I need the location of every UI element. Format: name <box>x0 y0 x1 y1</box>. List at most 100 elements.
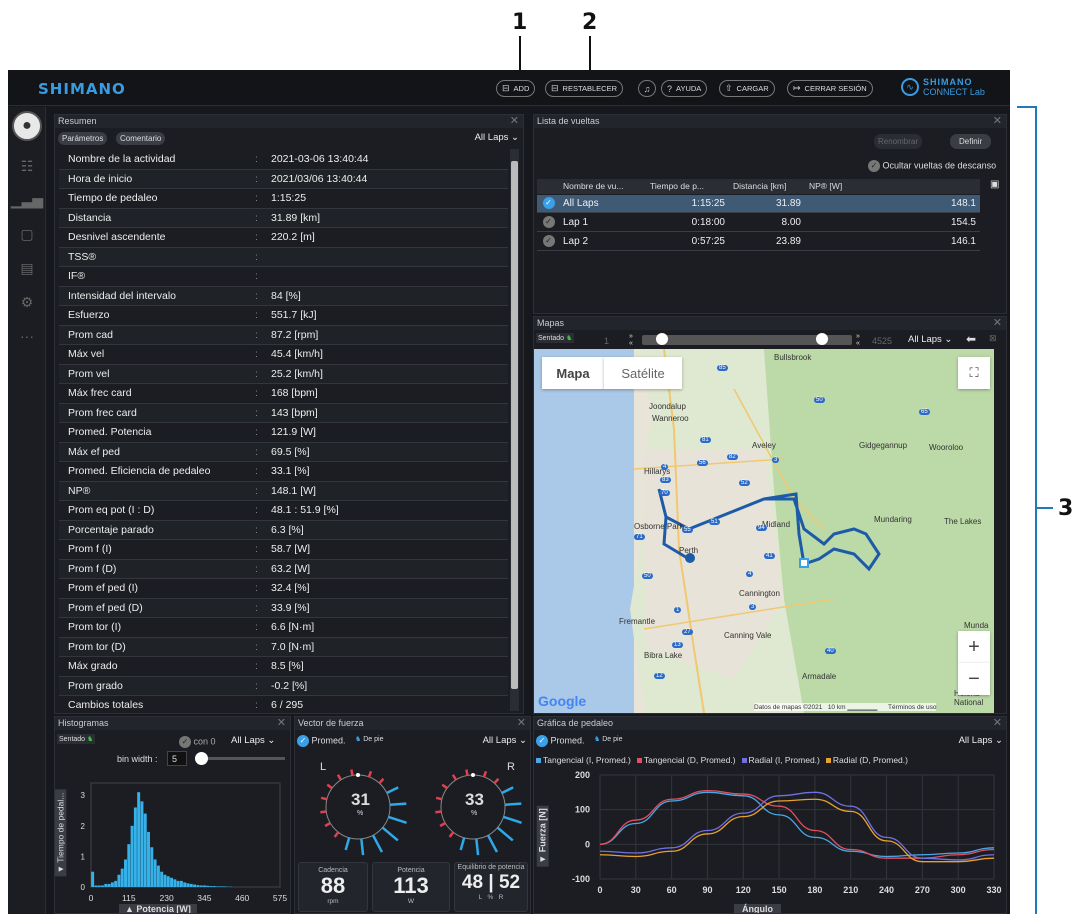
summary-row: Máx grado:8.5 [%] <box>59 657 508 677</box>
bin-width-slider-handle[interactable] <box>195 752 208 765</box>
range-slider[interactable] <box>642 333 852 345</box>
add-column-icon[interactable]: ▣ <box>990 179 999 190</box>
force-vector-mark <box>504 802 522 807</box>
legend-item[interactable]: Radial (I, Promed.) <box>741 755 820 765</box>
close-icon[interactable]: ✕ <box>993 317 1002 329</box>
row-colon: : <box>255 270 258 283</box>
bin-width-slider[interactable] <box>195 752 285 765</box>
callout-2: 2 <box>582 10 598 35</box>
close-icon[interactable]: ✕ <box>993 115 1002 127</box>
lap-row[interactable]: ✓ Lap 1 0:18:00 8.00 154.5 <box>537 214 980 232</box>
more-icon[interactable]: ··· <box>8 319 46 353</box>
lap-row[interactable]: ✓ Lap 2 0:57:25 23.89 146.1 <box>537 233 980 251</box>
avatar[interactable]: ● <box>12 111 42 141</box>
close-icon[interactable]: ✕ <box>517 717 526 729</box>
pedaling-title: Gráfica de pedaleo <box>534 717 1006 730</box>
laps-select[interactable]: All Laps ⌄ <box>908 334 952 345</box>
reset-icon: ⊟ <box>551 83 559 93</box>
legend-item[interactable]: Tangencial (D, Promed.) <box>636 755 736 765</box>
row-value: 33.1 [%] <box>271 465 310 478</box>
posture-seated[interactable]: Sentado ♞ <box>57 734 96 744</box>
x-tick-label: 180 <box>807 885 822 895</box>
col-time[interactable]: Tiempo de p... <box>646 179 729 194</box>
range-slider-handle-left[interactable] <box>656 333 668 345</box>
zoom-out-button[interactable]: − <box>958 663 990 695</box>
logout-button[interactable]: ↦ CERRAR SESIÓN <box>787 80 873 97</box>
scrollbar[interactable] <box>510 149 519 711</box>
col-distance[interactable]: Distancia [km] <box>729 179 805 194</box>
expand-icon[interactable]: ⊠ <box>989 333 997 344</box>
analysis-icon[interactable]: ▁▃▅ <box>8 183 46 217</box>
lap-row[interactable]: ✓ All Laps 1:15:25 31.89 148.1 <box>537 195 980 213</box>
legend-item[interactable]: Tangencial (I, Promed.) <box>536 755 631 765</box>
satellite-tab[interactable]: Satélite <box>604 357 682 389</box>
average-toggle[interactable]: ✓ Promed. <box>536 735 585 747</box>
map-place-label: Bibra Lake <box>644 651 683 660</box>
y-tick-label: 0 <box>81 883 86 892</box>
notifications-button[interactable]: ♫ <box>638 80 656 97</box>
close-icon[interactable]: ✕ <box>510 115 519 127</box>
step-forward-icon[interactable]: » « <box>856 333 860 347</box>
x-axis-label[interactable]: ▲ Potencia [W] <box>119 904 197 913</box>
laps-select[interactable]: All Laps ⌄ <box>959 735 1003 746</box>
hide-rest-toggle[interactable]: ✓ Ocultar vueltas de descanso <box>868 160 996 172</box>
close-icon[interactable]: ✕ <box>993 717 1002 729</box>
dashboard-icon[interactable]: ☷ <box>8 149 46 183</box>
row-label: Promed. Potencia <box>68 426 152 439</box>
range-slider-handle-right[interactable] <box>816 333 828 345</box>
laps-select[interactable]: All Laps ⌄ <box>475 132 519 143</box>
add-button[interactable]: ⊟ ADD <box>496 80 536 97</box>
fullscreen-icon[interactable]: ⛶ <box>958 357 990 389</box>
col-name[interactable]: Nombre de vu... <box>560 179 646 194</box>
document-icon[interactable]: ▤ <box>8 251 46 285</box>
row-value: 2021-03-06 13:40:44 <box>271 153 369 166</box>
map-view[interactable]: Bullsbrook Joondalup Wanneroo Hillarys Avele… <box>534 349 994 713</box>
row-colon: : <box>255 192 258 205</box>
x-tick-label: 150 <box>772 885 787 895</box>
check-icon: ✓ <box>297 735 309 747</box>
map-place-label: Wooroloo <box>929 443 964 452</box>
row-colon: : <box>255 289 258 302</box>
histogram-bar <box>130 825 134 887</box>
reset-button[interactable]: ⊟ RESTABLECER <box>545 80 624 97</box>
x-axis-label[interactable]: Ángulo <box>734 904 781 913</box>
x-tick-label: 0 <box>597 885 602 895</box>
map-tab[interactable]: Mapa <box>542 357 604 389</box>
row-value: 69.5 [%] <box>271 445 310 458</box>
row-label: Porcentaje parado <box>68 523 154 536</box>
help-button[interactable]: ? AYUDA <box>661 80 708 97</box>
close-icon[interactable]: ✕ <box>277 717 286 729</box>
histogram-bar <box>110 882 114 887</box>
posture-standing[interactable]: ♞ De pie <box>594 735 622 743</box>
col-np[interactable]: NP® [W] <box>805 179 980 194</box>
histogram-bar <box>137 792 141 887</box>
force-vector-mark <box>501 786 514 795</box>
laps-select[interactable]: All Laps ⌄ <box>231 735 275 746</box>
include-zero-toggle[interactable]: ✓ con 0 <box>179 736 216 748</box>
calendar-icon[interactable]: ▢ <box>8 217 46 251</box>
scroll-thumb[interactable] <box>511 161 518 689</box>
settings-icon[interactable]: ⚙ <box>8 285 46 319</box>
step-back-icon[interactable]: » « <box>629 333 633 347</box>
rename-button[interactable]: Renombrar <box>874 134 923 149</box>
force-vector-mark <box>336 774 343 781</box>
back-icon[interactable]: ⬅ <box>966 332 976 346</box>
legend-item[interactable]: Radial (D, Promed.) <box>825 755 908 765</box>
check-icon[interactable]: ✓ <box>542 216 555 229</box>
bin-width-input[interactable]: 5 <box>167 751 187 766</box>
average-toggle[interactable]: ✓ Promed. <box>297 735 346 747</box>
check-icon[interactable]: ✓ <box>542 197 555 210</box>
row-colon: : <box>255 387 258 400</box>
posture-standing[interactable]: ♞ De pie <box>355 735 383 743</box>
posture-seated[interactable]: Sentado ♞ <box>536 333 575 343</box>
upload-button[interactable]: ⇧ CARGAR <box>719 80 775 97</box>
row-value: 6 / 295 <box>271 699 304 712</box>
zoom-in-button[interactable]: + <box>958 631 990 663</box>
tab-comment[interactable]: Comentario <box>116 132 166 145</box>
tab-parameters[interactable]: Parámetros <box>58 132 108 145</box>
histogram-bar <box>107 883 111 887</box>
y-axis-label[interactable]: ▼ Fuerza [N] <box>536 805 549 867</box>
laps-select[interactable]: All Laps ⌄ <box>483 735 527 746</box>
check-icon[interactable]: ✓ <box>542 235 555 248</box>
define-button[interactable]: Definir <box>950 134 992 149</box>
